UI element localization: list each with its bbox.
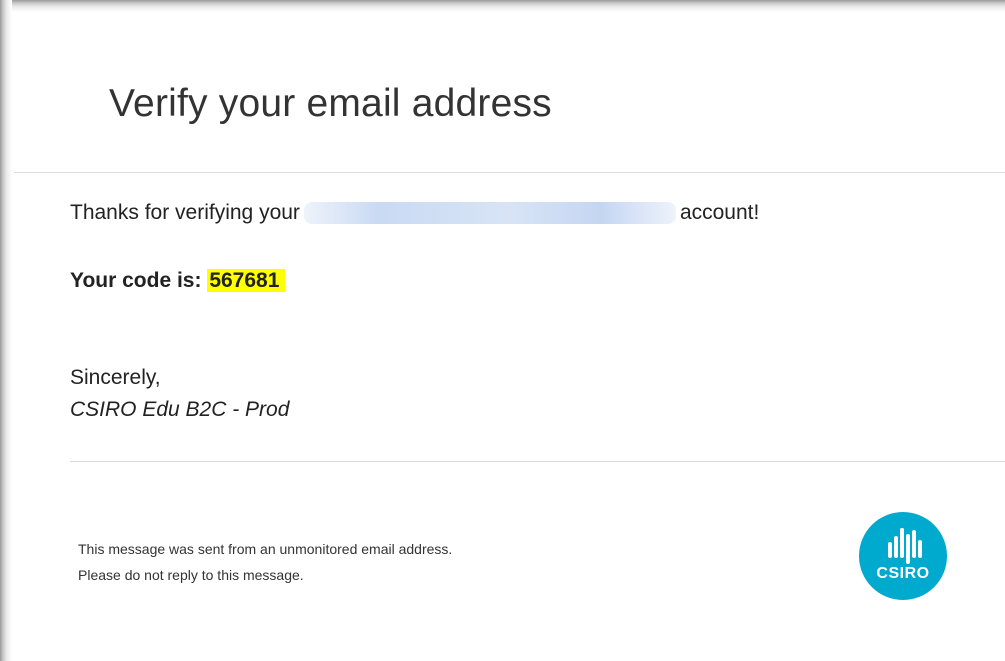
- csiro-logo-icon: CSIRO: [859, 512, 947, 600]
- window-shadow-left: [0, 0, 12, 661]
- verification-code[interactable]: 567681: [207, 269, 286, 292]
- header-divider: [14, 172, 1005, 173]
- footer-notice-line1: This message was sent from an unmonitore…: [78, 541, 453, 557]
- email-body: Verify your email address Thanks for ver…: [14, 14, 1005, 661]
- code-line: Your code is: 567681: [70, 269, 286, 293]
- thanks-prefix: Thanks for verifying your: [70, 201, 300, 224]
- email-title: Verify your email address: [109, 82, 552, 125]
- window-shadow-top: [0, 0, 1005, 12]
- thanks-line: Thanks for verifying your account!: [70, 201, 759, 225]
- footer-divider: [70, 461, 1005, 462]
- signature-text: CSIRO Edu B2C - Prod: [70, 398, 290, 421]
- closing-text: Sincerely,: [70, 366, 161, 389]
- footer-notice-line2: Please do not reply to this message.: [78, 567, 304, 583]
- csiro-logo-text: CSIRO: [876, 565, 930, 582]
- code-label: Your code is:: [70, 269, 202, 292]
- email-window: Verify your email address Thanks for ver…: [0, 0, 1005, 661]
- redacted-email-address: [303, 202, 676, 225]
- thanks-suffix: account!: [679, 201, 760, 224]
- csiro-logo-bars-icon: [888, 528, 922, 564]
